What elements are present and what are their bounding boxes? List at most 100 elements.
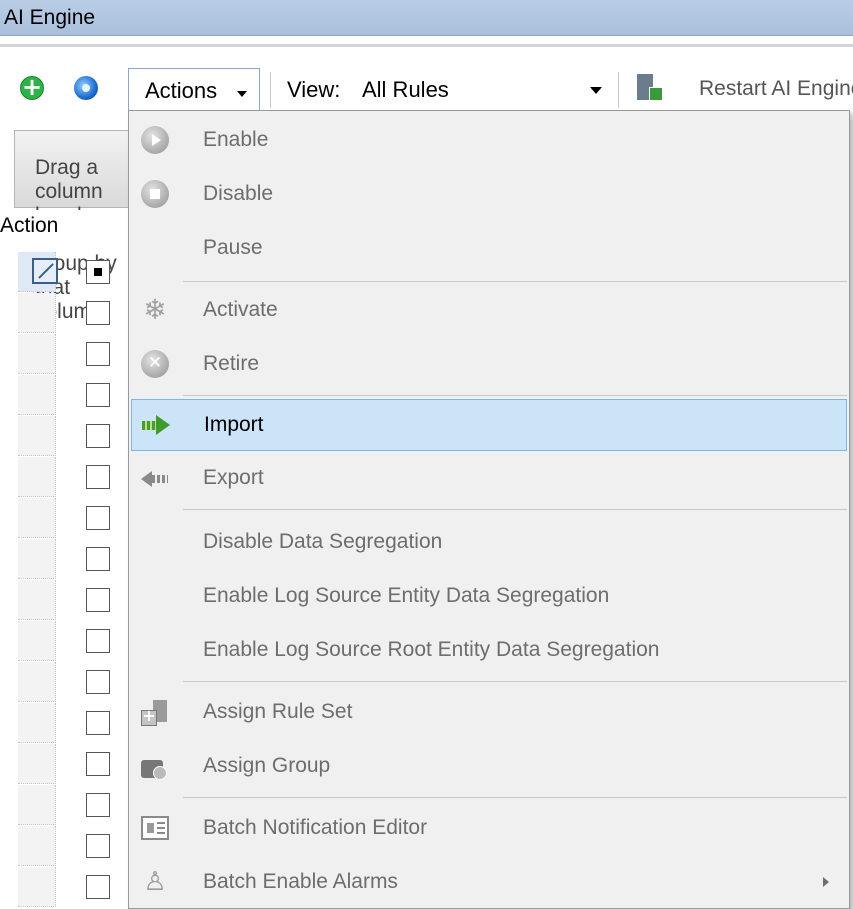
table-row[interactable] [0, 621, 130, 662]
menu-item-enable[interactable]: Enable [131, 115, 847, 167]
row-selector[interactable] [18, 539, 56, 579]
retire-icon [141, 350, 169, 378]
row-checkbox[interactable] [86, 506, 110, 530]
toolbar-divider [618, 72, 619, 108]
table-row[interactable] [0, 580, 130, 621]
table-row[interactable] [0, 375, 130, 416]
view-label: View: [287, 77, 341, 102]
table-row[interactable] [0, 826, 130, 867]
row-checkbox[interactable] [86, 301, 110, 325]
row-checkbox[interactable] [86, 342, 110, 366]
export-icon [141, 464, 169, 492]
row-selector[interactable] [18, 580, 56, 620]
view-select[interactable]: All Rules [362, 77, 449, 103]
row-checkbox[interactable] [86, 629, 110, 653]
row-selector[interactable] [18, 457, 56, 497]
menu-item-disable[interactable]: Disable [131, 169, 847, 221]
menu-item-batch-notification-editor[interactable]: Batch Notification Editor [131, 803, 847, 855]
menu-item-assign-group[interactable]: Assign Group [131, 741, 847, 793]
submenu-arrow-icon [823, 877, 829, 887]
menu-item-label: Export [203, 466, 264, 489]
row-selector[interactable] [18, 621, 56, 661]
row-checkbox[interactable] [86, 793, 110, 817]
row-selector[interactable] [18, 662, 56, 702]
row-selector[interactable] [18, 375, 56, 415]
menu-item-retire[interactable]: Retire [131, 339, 847, 391]
row-selector[interactable] [18, 744, 56, 784]
edit-row-icon [32, 258, 58, 284]
row-selector[interactable] [18, 826, 56, 866]
restart-icon[interactable] [637, 74, 663, 102]
menu-separator [183, 395, 847, 396]
menu-item-label: Enable Log Source Entity Data Segregatio… [203, 584, 610, 607]
row-selector[interactable] [18, 785, 56, 825]
menu-item-activate[interactable]: ❄ Activate [131, 285, 847, 337]
table-row[interactable] [0, 334, 130, 375]
menu-item-label: Disable [203, 182, 274, 205]
group-icon [141, 752, 169, 780]
row-checkbox[interactable] [86, 547, 110, 571]
table-row[interactable] [0, 539, 130, 580]
row-checkbox[interactable] [86, 834, 110, 858]
menu-item-label: Activate [203, 298, 278, 321]
table-row[interactable] [0, 293, 130, 334]
menu-item-enable-entity-segregation[interactable]: Enable Log Source Entity Data Segregatio… [131, 571, 847, 623]
actions-dropdown-menu: Enable Disable Pause ❄ Activate Retire I… [128, 110, 850, 909]
row-checkbox[interactable] [86, 588, 110, 612]
table-row[interactable] [0, 252, 130, 293]
menu-item-label: Enable [203, 128, 269, 151]
table-row[interactable] [0, 867, 130, 908]
menu-item-export[interactable]: Export [131, 453, 847, 505]
menu-item-disable-data-segregation[interactable]: Disable Data Segregation [131, 517, 847, 569]
row-checkbox[interactable] [86, 875, 110, 899]
gear-icon[interactable] [74, 76, 98, 100]
menu-item-label: Import [204, 413, 264, 436]
table-row[interactable] [0, 703, 130, 744]
row-checkbox[interactable] [86, 465, 110, 489]
column-header-action[interactable]: Action [0, 210, 130, 250]
table-row[interactable] [0, 498, 130, 539]
window-title: AI Engine [4, 6, 96, 29]
add-icon[interactable] [20, 73, 44, 101]
menu-separator [183, 281, 847, 282]
title-separator [0, 44, 853, 47]
actions-label: Actions [145, 78, 218, 103]
view-dropdown-icon[interactable] [590, 87, 602, 94]
row-selector[interactable] [18, 498, 56, 538]
rule-set-icon [141, 698, 169, 726]
row-checkbox[interactable] [86, 383, 110, 407]
row-checkbox-checked[interactable] [86, 260, 110, 284]
group-by-panel: Drag a column header here to group by th… [14, 130, 134, 323]
actions-menu-button[interactable]: Actions [128, 68, 260, 112]
menu-separator [183, 797, 847, 798]
restart-ai-engine-button[interactable]: Restart AI Engine [699, 77, 853, 101]
row-selector[interactable] [18, 252, 58, 292]
row-selector[interactable] [18, 867, 56, 907]
menu-item-enable-root-entity-segregation[interactable]: Enable Log Source Root Entity Data Segre… [131, 625, 847, 677]
row-selector[interactable] [18, 334, 56, 374]
row-selector[interactable] [18, 703, 56, 743]
row-checkbox[interactable] [86, 711, 110, 735]
menu-item-import[interactable]: Import [131, 399, 847, 451]
menu-item-pause[interactable]: Pause [131, 223, 847, 275]
row-checkbox[interactable] [86, 752, 110, 776]
menu-item-label: Batch Notification Editor [203, 816, 428, 839]
table-row[interactable] [0, 416, 130, 457]
toolbar-divider [270, 72, 271, 108]
table-row[interactable] [0, 785, 130, 826]
menu-item-label: Disable Data Segregation [203, 530, 443, 553]
import-icon [142, 411, 170, 439]
row-checkbox[interactable] [86, 424, 110, 448]
row-selector[interactable] [18, 416, 56, 456]
play-icon [141, 126, 169, 154]
menu-item-batch-enable-alarms[interactable]: ♙ Batch Enable Alarms [131, 857, 847, 909]
table-row[interactable] [0, 744, 130, 785]
activate-icon: ❄ [143, 293, 167, 326]
table-row[interactable] [0, 457, 130, 498]
row-checkbox[interactable] [86, 670, 110, 694]
menu-item-label: Batch Enable Alarms [203, 870, 398, 893]
row-selector[interactable] [18, 293, 56, 333]
menu-item-assign-rule-set[interactable]: Assign Rule Set [131, 687, 847, 739]
table-row[interactable] [0, 662, 130, 703]
menu-item-label: Assign Group [203, 754, 331, 777]
